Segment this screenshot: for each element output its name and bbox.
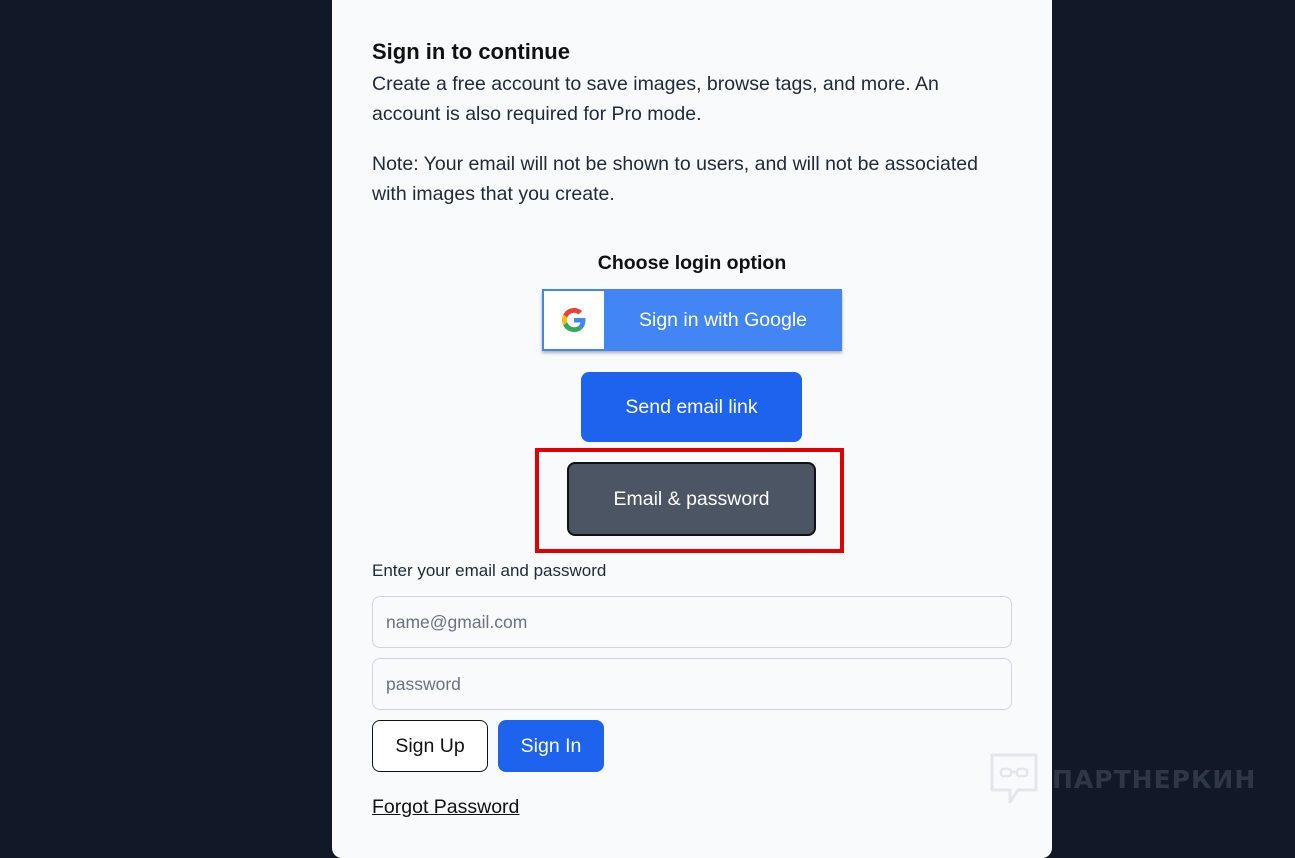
modal-description: Create a free account to save images, br… bbox=[372, 73, 939, 125]
chat-bubble-glasses-icon bbox=[990, 753, 1038, 804]
modal-title: Sign in to continue bbox=[372, 39, 570, 64]
email-form-label: Enter your email and password bbox=[372, 561, 607, 580]
password-input[interactable] bbox=[372, 658, 1012, 710]
send-email-link-button[interactable]: Send email link bbox=[581, 372, 802, 442]
sign-up-button[interactable]: Sign Up bbox=[372, 720, 488, 772]
email-input[interactable] bbox=[372, 596, 1012, 648]
google-sign-in-button[interactable]: Sign in with Google bbox=[542, 289, 842, 351]
privacy-note: Note: Your email will not be shown to us… bbox=[372, 153, 978, 205]
sign-in-modal: Sign in to continue Create a free accoun… bbox=[332, 0, 1052, 858]
google-g-icon bbox=[562, 308, 586, 332]
watermark: ПАРТНЕРКИН bbox=[988, 752, 1256, 806]
watermark-text: ПАРТНЕРКИН bbox=[1052, 764, 1257, 794]
forgot-password-link[interactable]: Forgot Password bbox=[372, 796, 519, 819]
email-password-button[interactable]: Email & password bbox=[567, 462, 816, 536]
login-options-heading: Choose login option bbox=[597, 252, 787, 274]
sign-in-button[interactable]: Sign In bbox=[498, 720, 604, 772]
google-logo-container bbox=[544, 291, 604, 349]
google-sign-in-label: Sign in with Google bbox=[638, 309, 808, 331]
